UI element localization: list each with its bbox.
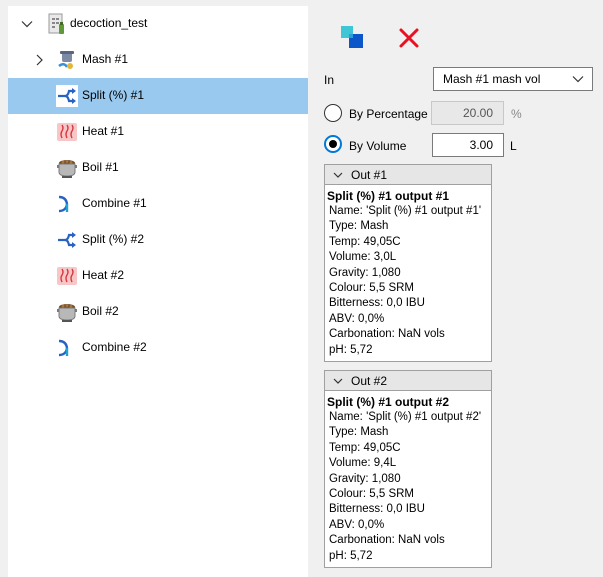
output-colour: Colour: 5,5 SRM (329, 488, 415, 501)
tree-item-boil-1[interactable]: Boil #1 (8, 150, 308, 186)
volume-unit: L (510, 139, 517, 153)
duplicate-icon (339, 24, 367, 55)
output-temp: Temp: 49,05C (329, 235, 401, 248)
tree-item-split-1[interactable]: Split (%) #1 (8, 78, 308, 114)
in-label: In (324, 73, 335, 87)
volume-field[interactable]: 3.00 (432, 133, 504, 157)
output-group-header[interactable]: Out #1 (325, 165, 491, 185)
tree-item-label: Combine #2 (82, 340, 147, 354)
output-ph: pH: 5,72 (329, 549, 373, 562)
by-volume-radio[interactable] (324, 135, 342, 153)
by-volume-label: By Volume (349, 139, 407, 153)
output-title: Split (%) #1 output #2 (327, 395, 450, 409)
by-percentage-radio[interactable] (324, 104, 342, 122)
tree-item-label: Split (%) #1 (82, 88, 145, 102)
tree-item-split-2[interactable]: Split (%) #2 (8, 222, 308, 258)
output-gravity: Gravity: 1,080 (329, 472, 401, 485)
tree-item-label: Mash #1 (82, 52, 129, 66)
output-carbonation: Carbonation: NaN vols (329, 328, 445, 341)
output-temp: Temp: 49,05C (329, 441, 401, 454)
chevron-down-icon[interactable] (333, 170, 343, 180)
split-icon (56, 85, 78, 107)
output-ph: pH: 5,72 (329, 343, 373, 356)
combine-icon (56, 337, 78, 359)
boil-icon (56, 301, 78, 323)
output-type: Type: Mash (329, 220, 389, 233)
process-tree[interactable]: decoction_test Mash #1 Split (%) #1 Heat… (8, 6, 308, 577)
properties-panel: In Mash #1 mash vol By Percentage 20.00 … (308, 0, 603, 577)
chevron-down-icon (572, 73, 584, 88)
delete-x-icon (397, 26, 421, 53)
output-type: Type: Mash (329, 426, 389, 439)
output-title: Split (%) #1 output #1 (327, 189, 450, 203)
tree-item-heat-1[interactable]: Heat #1 (8, 114, 308, 150)
tree-root-label: decoction_test (70, 16, 148, 30)
output-gravity: Gravity: 1,080 (329, 266, 401, 279)
chevron-right-icon[interactable] (32, 53, 46, 67)
heat-icon (56, 265, 78, 287)
tree-item-mash-1[interactable]: Mash #1 (8, 42, 308, 78)
output-name: Name: 'Split (%) #1 output #1' (329, 205, 482, 217)
chevron-down-icon[interactable] (20, 17, 34, 31)
output-details: Split (%) #1 output #2 Name: 'Split (%) … (325, 391, 491, 564)
output-group-1: Out #1 Split (%) #1 output #1 Name: 'Spl… (324, 164, 492, 362)
output-group-header[interactable]: Out #2 (325, 371, 491, 391)
in-select[interactable]: Mash #1 mash vol (433, 67, 593, 91)
delete-button[interactable] (394, 24, 424, 54)
split-icon (56, 229, 78, 251)
output-abv: ABV: 0,0% (329, 312, 385, 325)
tree-root[interactable]: decoction_test (8, 6, 308, 42)
tree-item-label: Split (%) #2 (82, 232, 145, 246)
mash-icon (56, 49, 78, 71)
in-select-value: Mash #1 mash vol (443, 72, 541, 86)
tree-item-label: Heat #2 (82, 268, 125, 282)
output-details: Split (%) #1 output #1 Name: 'Split (%) … (325, 185, 491, 358)
output-carbonation: Carbonation: NaN vols (329, 534, 445, 547)
output-volume: Volume: 3,0L (329, 251, 397, 264)
output-volume: Volume: 9,4L (329, 457, 397, 470)
output-group-header-label: Out #1 (351, 167, 388, 182)
document-icon (46, 12, 68, 34)
combine-icon (56, 193, 78, 215)
tree-item-label: Boil #1 (82, 160, 119, 174)
output-bitterness: Bitterness: 0,0 IBU (329, 297, 425, 310)
duplicate-button[interactable] (338, 24, 368, 54)
output-bitterness: Bitterness: 0,0 IBU (329, 503, 425, 516)
output-colour: Colour: 5,5 SRM (329, 282, 415, 295)
output-group-header-label: Out #2 (351, 373, 388, 388)
output-group-2: Out #2 Split (%) #1 output #2 Name: 'Spl… (324, 370, 492, 568)
boil-icon (56, 157, 78, 179)
output-name: Name: 'Split (%) #1 output #2' (329, 411, 482, 423)
by-percentage-label: By Percentage (349, 107, 428, 121)
tree-item-heat-2[interactable]: Heat #2 (8, 258, 308, 294)
heat-icon (56, 121, 78, 143)
percentage-unit: % (511, 107, 522, 121)
tree-item-label: Heat #1 (82, 124, 125, 138)
tree-item-combine-1[interactable]: Combine #1 (8, 186, 308, 222)
percentage-field[interactable]: 20.00 (431, 101, 504, 125)
tree-item-boil-2[interactable]: Boil #2 (8, 294, 308, 330)
tree-item-label: Boil #2 (82, 304, 119, 318)
tree-item-label: Combine #1 (82, 196, 147, 210)
tree-item-combine-2[interactable]: Combine #2 (8, 330, 308, 366)
output-abv: ABV: 0,0% (329, 518, 385, 531)
chevron-down-icon[interactable] (333, 376, 343, 386)
